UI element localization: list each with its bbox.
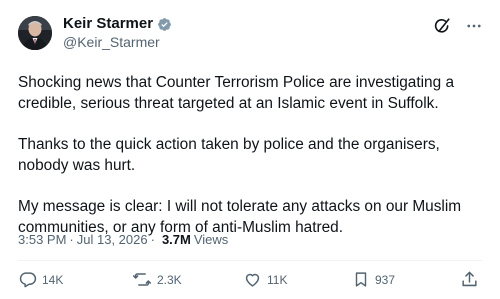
tweet-paragraph: Thanks to the quick action taken by poli…: [18, 136, 440, 174]
verified-badge-icon: [157, 17, 172, 32]
display-name[interactable]: Keir Starmer: [63, 15, 153, 33]
author-handle[interactable]: @Keir_Starmer: [63, 33, 172, 51]
tweet-header: Keir Starmer @Keir_Starmer: [18, 14, 482, 54]
avatar[interactable]: [18, 16, 52, 50]
views-count: 3.7M: [161, 232, 191, 247]
tweet-date[interactable]: Jul 13, 2026: [77, 232, 148, 247]
action-bar: 14K 2.3K 11K 937: [18, 270, 482, 294]
reply-icon: [19, 272, 37, 288]
bookmark-count: 937: [375, 272, 396, 287]
header-actions: [432, 16, 484, 36]
reply-count: 14K: [42, 272, 64, 287]
like-icon: [245, 273, 260, 287]
tweet-paragraph: Shocking news that Counter Terrorism Pol…: [18, 74, 455, 112]
name-row: Keir Starmer: [63, 15, 172, 33]
tweet-meta: 3:53 PM · Jul 13, 2026 · 3.7M Views: [18, 232, 228, 247]
divider: [18, 260, 482, 261]
views-label: Views: [193, 232, 229, 247]
author-names: Keir Starmer @Keir_Starmer: [63, 15, 172, 51]
more-icon[interactable]: [464, 16, 484, 36]
repost-button[interactable]: 2.3K: [132, 270, 182, 289]
avatar-image: [18, 16, 52, 50]
repost-icon: [132, 273, 152, 286]
reply-button[interactable]: 14K: [18, 270, 63, 289]
tweet-card: Keir Starmer @Keir_Starmer Shocking news…: [0, 0, 500, 299]
like-count: 11K: [267, 272, 288, 287]
share-icon: [462, 271, 477, 287]
share-button[interactable]: [460, 270, 484, 289]
bookmark-icon: [355, 272, 367, 287]
repost-count: 2.3K: [157, 272, 182, 287]
tweet-text: Shocking news that Counter Terrorism Pol…: [18, 72, 488, 238]
meta-separator: ·: [69, 232, 74, 247]
like-button[interactable]: 11K: [243, 270, 287, 289]
tweet-time[interactable]: 3:53 PM: [18, 232, 66, 247]
meta-separator: ·: [150, 232, 155, 247]
bookmark-button[interactable]: 937: [352, 270, 395, 289]
grok-icon[interactable]: [432, 16, 452, 36]
